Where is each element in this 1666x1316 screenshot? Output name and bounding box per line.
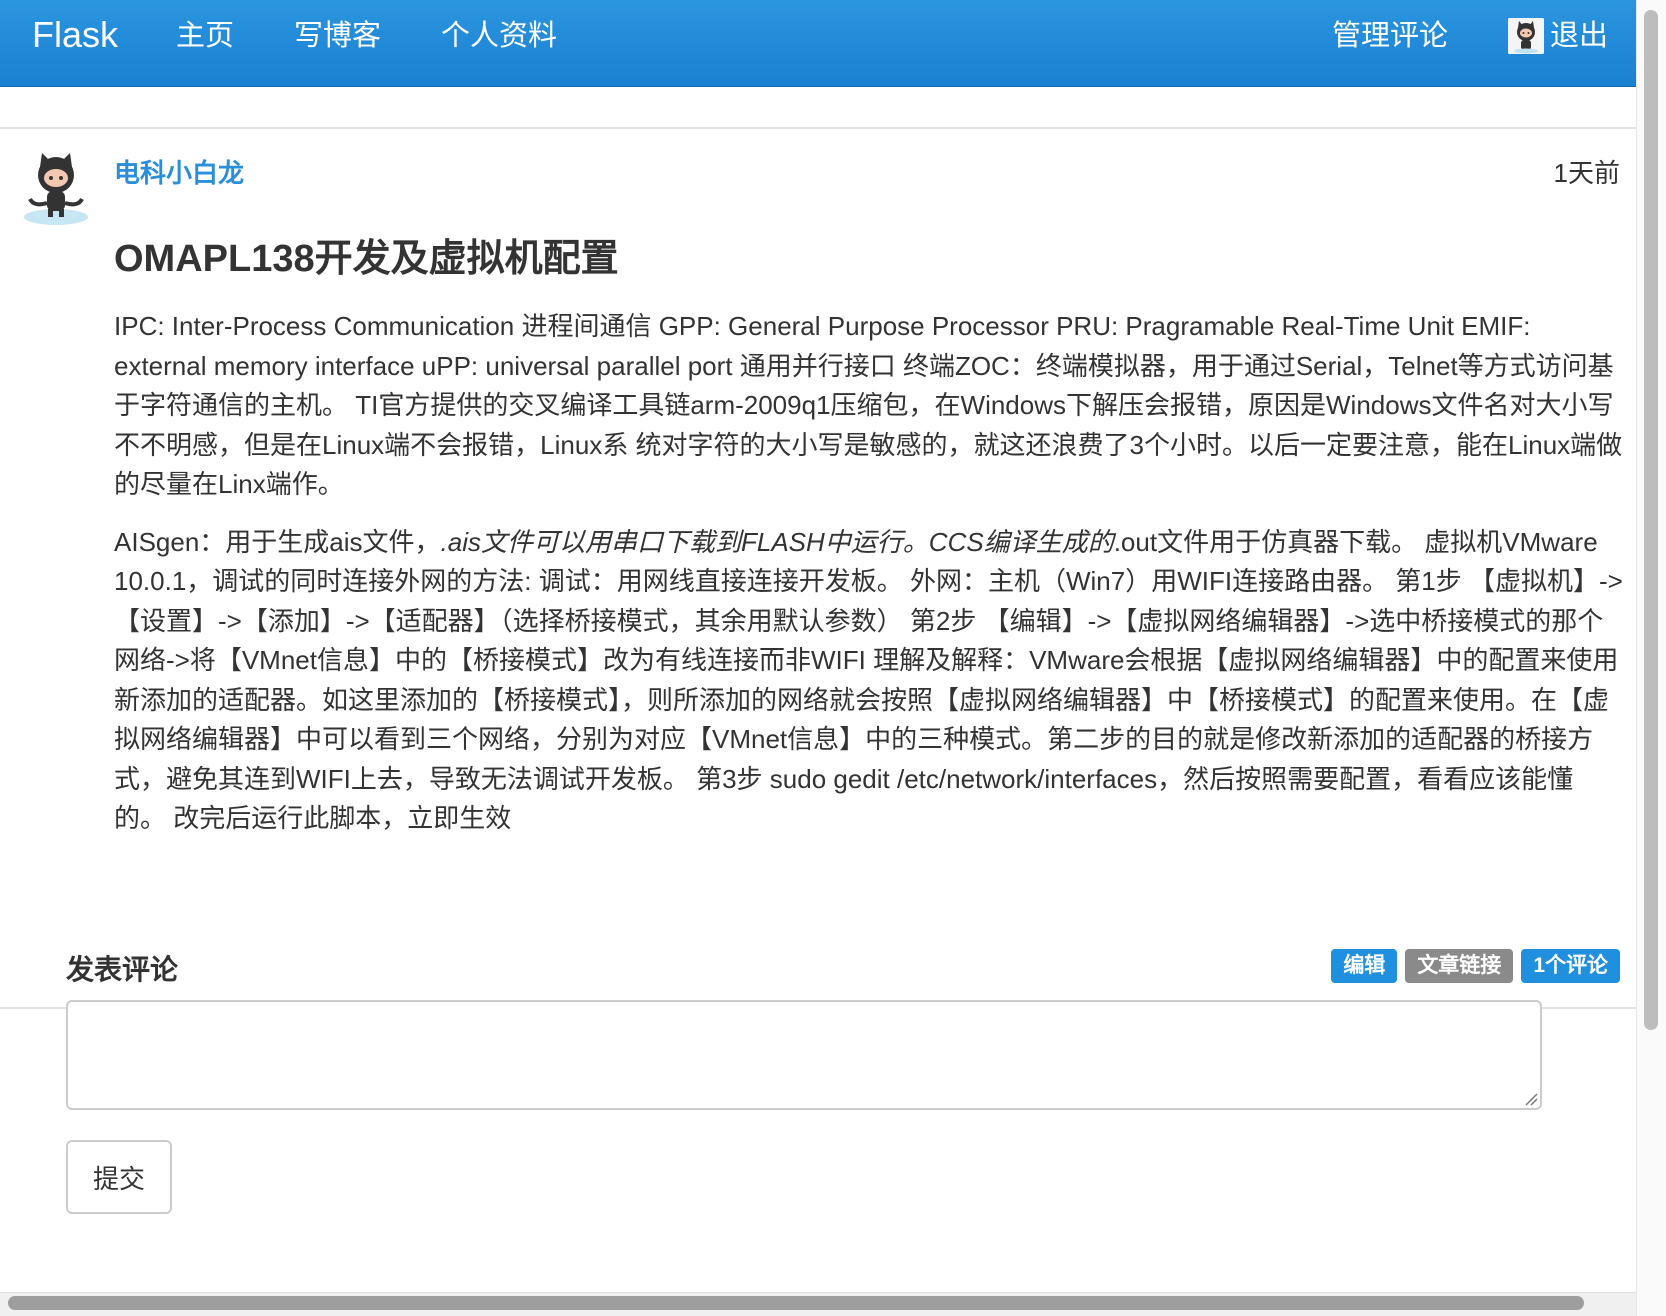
horizontal-scrollbar-thumb[interactable] (8, 1296, 1584, 1310)
nav-left: 主页 写博客 个人资料 (176, 18, 587, 54)
vertical-scrollbar-thumb[interactable] (1644, 10, 1658, 1030)
post-date: 1天前 (1553, 158, 1620, 188)
nav-right: 管理评论 退出 (1332, 18, 1608, 54)
nav-avatar-icon (1507, 18, 1544, 54)
permalink-label-button[interactable]: 文章链接 (1405, 949, 1514, 983)
logout-label: 退出 (1549, 20, 1608, 52)
post-item: 电科小白龙 1天前 OMAPL138开发及虚拟机配置 IPC: Inter-Pr… (0, 129, 1636, 1019)
edit-label-button[interactable]: 编辑 (1331, 949, 1398, 983)
nav-item-home[interactable]: 主页 (176, 18, 264, 54)
nav-item-write-blog[interactable]: 写博客 (264, 18, 411, 54)
comment-form-heading: 发表评论 (66, 954, 179, 985)
post-text: AISgen：用于生成ais文件， (114, 526, 441, 557)
post-body: IPC: Inter-Process Communication 进程间通信 G… (114, 307, 1624, 857)
post-title: OMAPL138开发及虚拟机配置 (114, 238, 619, 280)
post-author-link[interactable]: 电科小白龙 (114, 153, 244, 190)
post-italic-text: .ais文件可以用串口下载到FLASH中运行。CCS编译生成的 (440, 526, 1114, 557)
post-paragraph: IPC: Inter-Process Communication 进程间通信 G… (114, 311, 1623, 499)
nav-item-profile[interactable]: 个人资料 (411, 18, 587, 54)
comments-label-button[interactable]: 1个评论 (1521, 949, 1620, 983)
navbar: Flask 主页 写博客 个人资料 管理评论 退出 (0, 0, 1636, 87)
comment-body-input[interactable] (66, 1000, 1542, 1110)
brand-link[interactable]: Flask (32, 14, 118, 56)
post-paragraph: AISgen：用于生成ais文件，.ais文件可以用串口下载到FLASH中运行。… (114, 523, 1624, 839)
nav-item-moderate-comments[interactable]: 管理评论 (1332, 18, 1448, 54)
logout-link[interactable]: 退出 (1507, 18, 1608, 54)
post-text: .out文件用于仿真器下载。 虚拟机VMware 10.0.1，调试的同时连接外… (114, 526, 1623, 834)
post-actions: 编辑 文章链接 1个评论 (1331, 949, 1620, 983)
resize-grip-icon[interactable] (1524, 1092, 1538, 1106)
content-area: 电科小白龙 1天前 OMAPL138开发及虚拟机配置 IPC: Inter-Pr… (0, 87, 1636, 1292)
page: Flask 主页 写博客 个人资料 管理评论 退出 电科小白龙 1天前 OMAP… (0, 0, 1666, 1316)
submit-button[interactable]: 提交 (66, 1140, 172, 1214)
author-avatar-icon[interactable] (20, 147, 92, 227)
